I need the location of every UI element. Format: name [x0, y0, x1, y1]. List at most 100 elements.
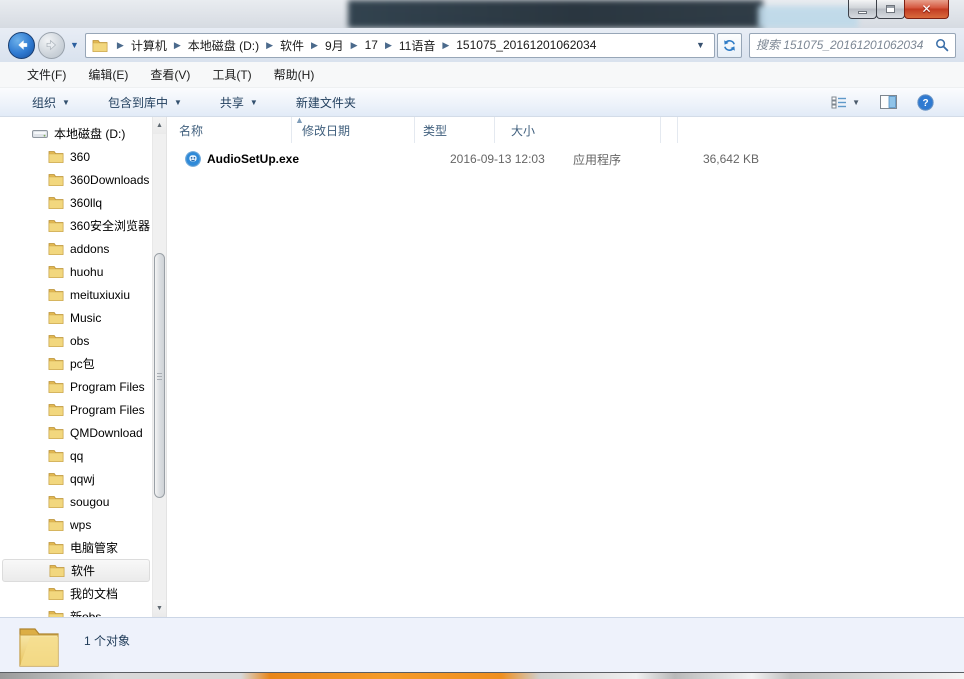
toolbar-button-label: 共享	[219, 95, 244, 110]
breadcrumb-segment[interactable]: ▶ 本地磁盘 (D:)	[167, 37, 259, 54]
breadcrumb-segment[interactable]: ▶ 计算机	[110, 37, 167, 54]
column-header[interactable]: 名称	[167, 117, 292, 143]
folder-icon	[48, 426, 64, 439]
tree-item-label: 360Downloads	[70, 172, 150, 187]
tree-item[interactable]: Program Files	[0, 398, 152, 421]
breadcrumb-separator-icon: ▶	[173, 39, 181, 50]
tree-item[interactable]: 360安全浏览器	[0, 214, 152, 237]
column-header[interactable]: 修改日期	[292, 117, 415, 143]
folder-icon	[48, 357, 64, 370]
close-button[interactable]: ✕	[904, 0, 949, 19]
tree-item[interactable]: Music	[0, 306, 152, 329]
tree-item[interactable]: qqwj	[0, 467, 152, 490]
menu-item-label: 文件(F)	[27, 68, 67, 82]
sidebar-scrollbar[interactable]: ▲ ▼	[152, 117, 167, 617]
menu-item[interactable]: 工具(T)	[203, 63, 260, 86]
file-list: ▲ 名称 修改日期 类型 大小 AudioSetUp.exe 2016-09-1…	[167, 115, 964, 617]
forward-button[interactable]	[38, 31, 65, 59]
column-header[interactable]	[661, 117, 678, 143]
tree-item[interactable]: 电脑管家	[0, 536, 152, 559]
column-header[interactable]: 类型	[415, 117, 495, 143]
tree-item[interactable]: addons	[0, 237, 152, 260]
maximize-button[interactable]	[876, 0, 905, 19]
breadcrumb-segment[interactable]: ▶ 151075_20161201062034	[435, 38, 596, 52]
back-button[interactable]	[8, 31, 35, 59]
tree-item[interactable]: 360llq	[0, 191, 152, 214]
menu-item[interactable]: 编辑(E)	[79, 63, 137, 86]
tree-item-label: 软件	[71, 564, 96, 578]
preview-pane-button[interactable]	[880, 95, 897, 109]
address-bar[interactable]: ▶ 计算机 ▶ 本地磁盘 (D:) ▶ 软件 ▶ 9月 ▶ 17 ▶ 11语音 ▶ 15107…	[84, 32, 715, 58]
tree-item[interactable]: 软件	[2, 559, 150, 582]
tree-item[interactable]: obs	[0, 329, 152, 352]
breadcrumb-separator-icon: ▶	[116, 39, 124, 50]
toolbar-button[interactable]: 共享 ▼	[214, 90, 264, 115]
tree-item-label: huohu	[70, 264, 104, 279]
tree-item-label: 本地磁盘 (D:)	[54, 127, 126, 141]
folder-icon	[48, 541, 64, 554]
command-bar-right: ▼ ?	[831, 93, 938, 111]
tree-item[interactable]: 360Downloads	[0, 168, 152, 191]
close-icon: ✕	[921, 2, 932, 16]
tree-item[interactable]: pc包	[0, 352, 152, 375]
breadcrumb-label: 软件	[280, 38, 305, 53]
scrollbar-thumb[interactable]	[154, 253, 165, 498]
breadcrumb-separator-icon: ▶	[350, 39, 358, 50]
tree-item[interactable]: wps	[0, 513, 152, 536]
tree-item[interactable]: meituxiuxiu	[0, 283, 152, 306]
folder-icon	[92, 39, 108, 52]
folder-icon	[49, 564, 65, 577]
toolbar-button[interactable]: 组织 ▼	[26, 90, 76, 115]
breadcrumb-segment[interactable]: ▶ 软件	[259, 37, 304, 54]
tree-item[interactable]: qq	[0, 444, 152, 467]
search-icon[interactable]	[935, 38, 949, 52]
glass-reflection-2	[758, 6, 858, 28]
tree-item[interactable]: 新obs	[0, 605, 152, 617]
breadcrumb-separator-icon: ▶	[311, 39, 318, 50]
help-button[interactable]: ?	[917, 93, 934, 111]
breadcrumb-label: 计算机	[130, 38, 167, 53]
tree-item-label: 我的文档	[70, 587, 119, 601]
tree-item-label: QMDownload	[70, 425, 143, 440]
tree-item[interactable]: huohu	[0, 260, 152, 283]
tree-item[interactable]: sougou	[0, 490, 152, 513]
menu-item-label: 帮助(H)	[273, 68, 315, 82]
menu-item[interactable]: 查看(V)	[141, 63, 199, 86]
folder-icon	[48, 173, 64, 186]
folder-icon	[48, 449, 64, 462]
breadcrumb-separator-icon: ▶	[266, 39, 274, 50]
column-header-label: 类型	[423, 123, 448, 138]
file-row[interactable]: AudioSetUp.exe 2016-09-13 12:03 应用程序 36,…	[167, 147, 964, 171]
tree-item[interactable]: 本地磁盘 (D:)	[0, 122, 152, 145]
file-date: 2016-09-13 12:03	[450, 152, 545, 166]
recent-pages-dropdown[interactable]: ▼	[70, 40, 79, 50]
drive-icon	[32, 128, 48, 139]
menu-item[interactable]: 帮助(H)	[265, 63, 324, 86]
breadcrumb-segment[interactable]: ▶ 9月	[304, 37, 344, 54]
scroll-down-icon[interactable]: ▼	[153, 600, 166, 617]
address-history-dropdown[interactable]: ▼	[691, 40, 710, 50]
tree-item-label: 360安全浏览器	[70, 219, 151, 233]
refresh-button[interactable]	[716, 32, 742, 58]
tree-item-label: sougou	[70, 494, 110, 509]
tree-item-label: Program Files	[70, 402, 145, 417]
tree-item[interactable]: 我的文档	[0, 582, 152, 605]
toolbar-button[interactable]: 新建文件夹▼	[290, 90, 362, 115]
toolbar-button[interactable]: 包含到库中 ▼	[102, 90, 188, 115]
change-view-button[interactable]: ▼	[831, 96, 860, 109]
search-input[interactable]	[755, 38, 935, 52]
tree-item[interactable]: Program Files	[0, 375, 152, 398]
breadcrumb-segment[interactable]: ▶ 11语音	[378, 37, 435, 54]
folder-large-icon	[19, 628, 59, 667]
menu-item[interactable]: 文件(F)	[18, 63, 75, 86]
column-header[interactable]: 大小	[495, 117, 661, 143]
breadcrumb-segment[interactable]: ▶ 17	[344, 38, 378, 52]
tree-item[interactable]: QMDownload	[0, 421, 152, 444]
refresh-icon	[723, 39, 735, 51]
item-count: 1 个对象	[84, 634, 131, 648]
tree-item[interactable]: 360	[0, 145, 152, 168]
sort-ascending-icon: ▲	[295, 115, 304, 125]
minimize-button[interactable]	[848, 0, 877, 19]
folder-icon	[48, 403, 64, 416]
scroll-up-icon[interactable]: ▲	[153, 117, 166, 134]
